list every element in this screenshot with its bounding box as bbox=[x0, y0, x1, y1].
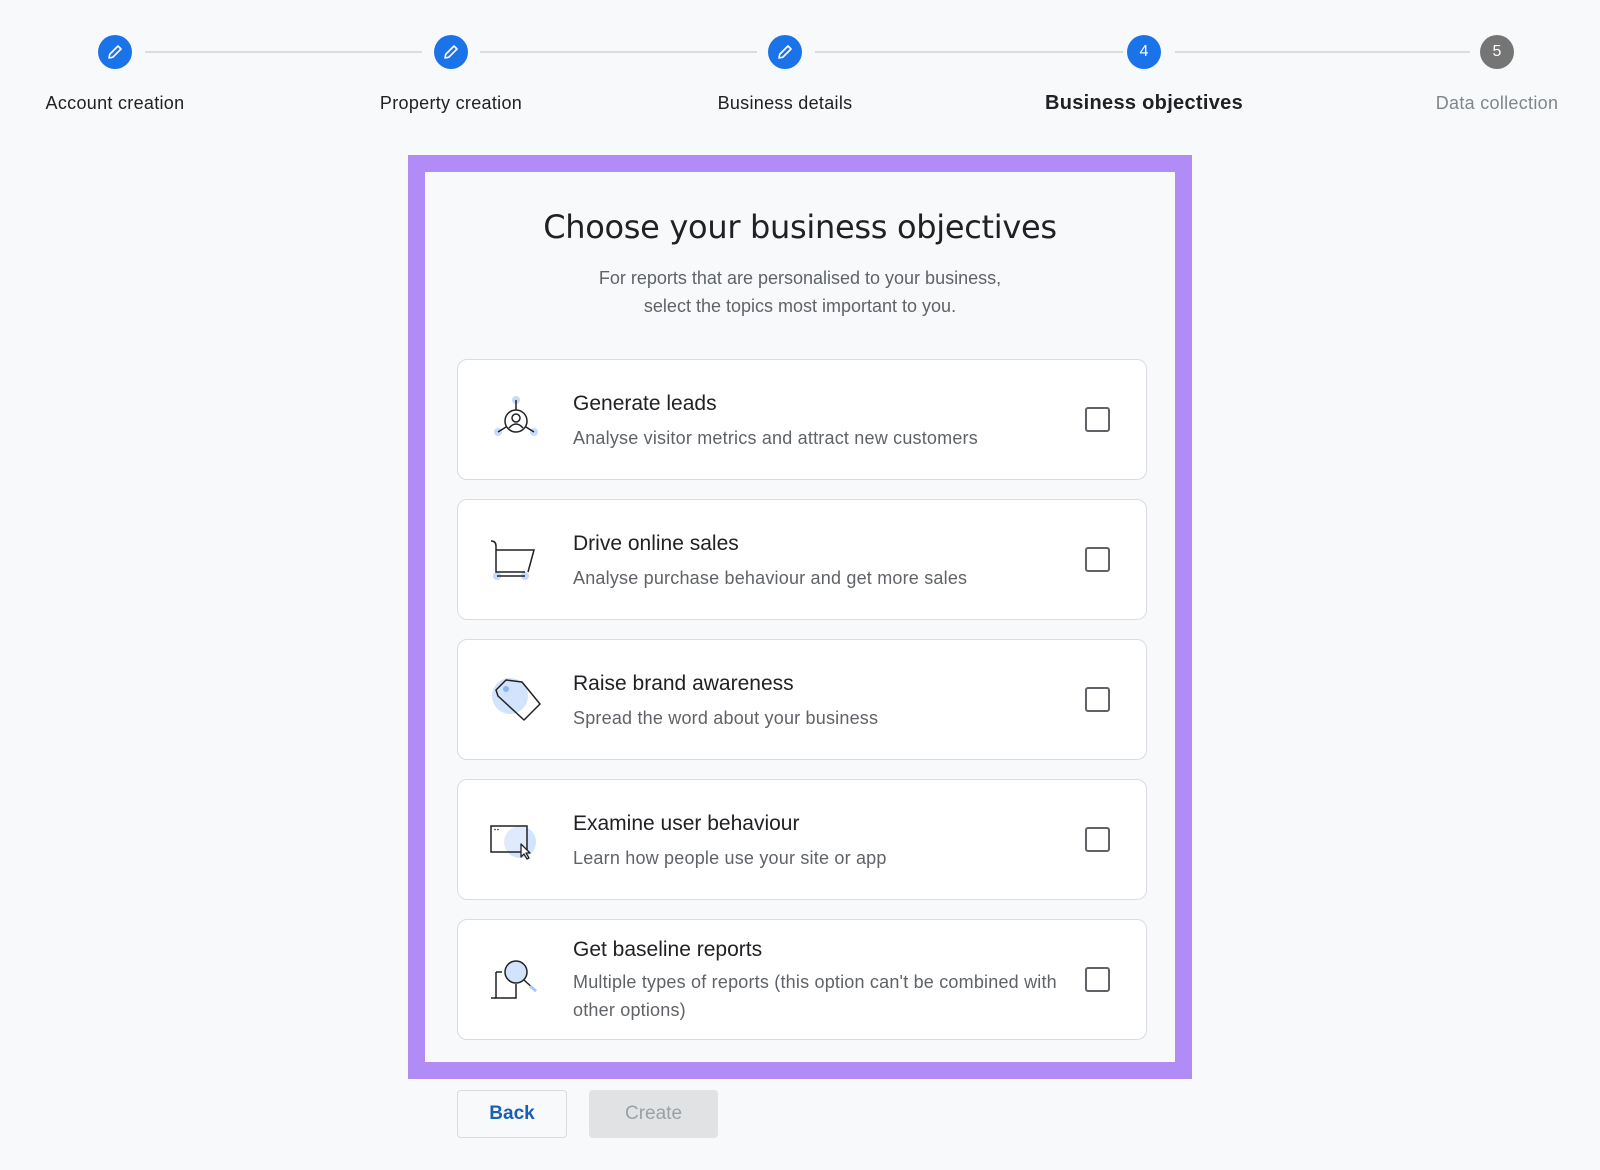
pencil-icon bbox=[768, 35, 802, 69]
option-description: Multiple types of reports (this option c… bbox=[573, 972, 1057, 1020]
generate-leads-checkbox[interactable] bbox=[1085, 407, 1110, 432]
option-generate-leads[interactable]: Generate leads Analyse visitor metrics a… bbox=[457, 359, 1147, 480]
subtitle-line: For reports that are personalised to you… bbox=[598, 268, 1002, 288]
step-business-objectives: 4 Business objectives bbox=[1024, 35, 1264, 115]
option-title: Get baseline reports bbox=[573, 938, 763, 961]
option-title: Examine user behaviour bbox=[573, 812, 800, 835]
option-description: Analyse visitor metrics and attract new … bbox=[573, 428, 978, 448]
back-button[interactable]: Back bbox=[457, 1090, 567, 1138]
objectives-panel: Choose your business objectives For repo… bbox=[408, 155, 1192, 1079]
option-examine-user-behaviour[interactable]: Examine user behaviour Learn how people … bbox=[457, 779, 1147, 900]
browser-cursor-icon bbox=[488, 812, 544, 868]
page-title: Choose your business objectives bbox=[543, 208, 1057, 246]
subtitle-line: select the topics most important to you. bbox=[643, 296, 957, 316]
option-raise-brand-awareness[interactable]: Raise brand awareness Spread the word ab… bbox=[457, 639, 1147, 760]
step-number-badge: 5 bbox=[1480, 35, 1514, 69]
step-label: Business details bbox=[717, 93, 853, 113]
magnifier-report-icon bbox=[488, 950, 544, 1006]
page-subtitle: For reports that are personalised to you… bbox=[425, 264, 1175, 320]
step-number-badge: 4 bbox=[1127, 35, 1161, 69]
option-get-baseline-reports[interactable]: Get baseline reports Multiple types of r… bbox=[457, 919, 1147, 1040]
tag-icon bbox=[488, 672, 544, 728]
step-account-creation[interactable]: Account creation bbox=[0, 35, 235, 114]
step-property-creation[interactable]: Property creation bbox=[331, 35, 571, 114]
option-description: Learn how people use your site or app bbox=[573, 848, 887, 868]
pencil-icon bbox=[434, 35, 468, 69]
option-title: Generate leads bbox=[573, 392, 717, 415]
option-title: Raise brand awareness bbox=[573, 672, 794, 695]
step-label: Business objectives bbox=[1044, 92, 1243, 114]
step-data-collection: 5 Data collection bbox=[1377, 35, 1600, 114]
stepper: Account creation Property creation Busin… bbox=[0, 0, 1600, 140]
raise-brand-awareness-checkbox[interactable] bbox=[1085, 687, 1110, 712]
option-description: Spread the word about your business bbox=[573, 708, 879, 728]
create-button[interactable]: Create bbox=[589, 1090, 718, 1138]
get-baseline-reports-checkbox[interactable] bbox=[1085, 967, 1110, 992]
step-business-details[interactable]: Business details bbox=[665, 35, 905, 114]
pencil-icon bbox=[98, 35, 132, 69]
option-title: Drive online sales bbox=[573, 532, 739, 555]
leads-network-icon bbox=[488, 392, 544, 448]
drive-online-sales-checkbox[interactable] bbox=[1085, 547, 1110, 572]
step-label: Data collection bbox=[1435, 93, 1559, 113]
step-label: Account creation bbox=[45, 93, 185, 113]
option-drive-online-sales[interactable]: Drive online sales Analyse purchase beha… bbox=[457, 499, 1147, 620]
step-label: Property creation bbox=[379, 93, 523, 113]
shopping-cart-icon bbox=[488, 532, 544, 588]
examine-user-behaviour-checkbox[interactable] bbox=[1085, 827, 1110, 852]
option-description: Analyse purchase behaviour and get more … bbox=[573, 568, 968, 588]
